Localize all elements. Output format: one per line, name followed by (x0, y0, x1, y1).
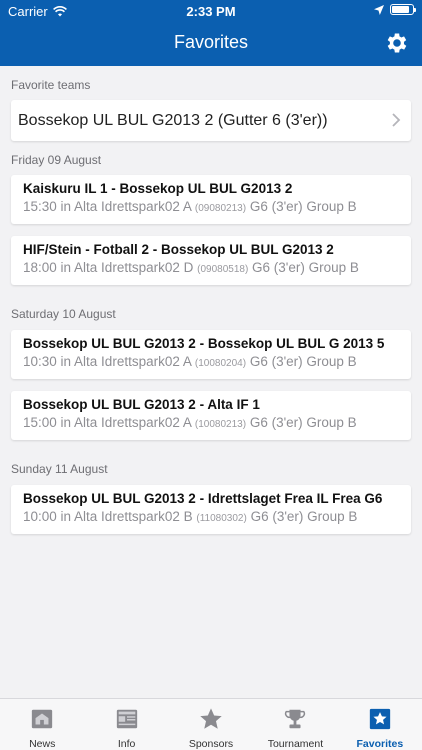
match-time-place: 10:30 in Alta Idrettspark02 A (23, 354, 192, 369)
tab-label: Favorites (356, 738, 404, 750)
match-time-place: 15:00 in Alta Idrettspark02 A (23, 415, 192, 430)
status-time: 2:33 PM (186, 4, 236, 19)
match-card[interactable]: Bossekop UL BUL G2013 2 - Bossekop UL BU… (11, 330, 411, 379)
match-title: Bossekop UL BUL G2013 2 - Alta IF 1 (23, 397, 260, 412)
location-arrow-icon (374, 4, 384, 15)
match-card[interactable]: HIF/Stein - Fotball 2 - Bossekop UL BUL … (11, 236, 411, 285)
favorite-team-row[interactable]: Bossekop UL BUL G2013 2 (Gutter 6 (3'er)… (11, 100, 411, 141)
info-icon (116, 709, 137, 729)
match-card[interactable]: Kaiskuru IL 1 - Bossekop UL BUL G2013 2 … (11, 175, 411, 224)
page-title: Favorites (173, 32, 249, 52)
match-details: 15:30 in Alta Idrettspark02 A (09080213)… (23, 199, 411, 214)
day-header: Friday 09 August (11, 153, 102, 167)
match-title: Bossekop UL BUL G2013 2 - Idrettslaget F… (23, 491, 383, 506)
tab-bar: News Info Sponsors Tournament Favorites (0, 698, 422, 750)
nav-bar: Favorites (0, 22, 422, 66)
match-code: (10080213) (194, 419, 247, 430)
tab-news[interactable]: News (0, 699, 84, 750)
match-group: G6 (3'er) Group B (252, 260, 359, 275)
gear-icon[interactable] (384, 30, 410, 56)
favorite-team-name: Bossekop UL BUL G2013 2 (Gutter 6 (3'er)… (18, 111, 328, 129)
status-bar: Carrier 2:33 PM (0, 0, 422, 22)
star-icon (200, 708, 222, 729)
trophy-icon (285, 709, 306, 729)
tab-info[interactable]: Info (84, 699, 168, 750)
match-group: G6 (3'er) Group B (250, 509, 358, 524)
match-code: (09080213) (194, 203, 247, 214)
day-header: Saturday 10 August (11, 307, 116, 321)
favorites-list[interactable]: Favorite teams Bossekop UL BUL G2013 2 (… (0, 66, 422, 698)
match-code: (09080518) (197, 264, 249, 275)
match-details: 15:00 in Alta Idrettspark02 A (10080213)… (23, 415, 411, 430)
battery-icon (390, 4, 416, 15)
favorite-teams-header: Favorite teams (11, 78, 91, 92)
match-details: 10:30 in Alta Idrettspark02 A (10080204)… (23, 354, 411, 369)
news-icon (32, 709, 53, 729)
match-time-place: 10:00 in Alta Idrettspark02 B (23, 509, 193, 524)
tab-favorites[interactable]: Favorites (338, 699, 422, 750)
match-title: HIF/Stein - Fotball 2 - Bossekop UL BUL … (23, 242, 334, 257)
match-title: Bossekop UL BUL G2013 2 - Bossekop UL BU… (23, 336, 385, 351)
match-title: Kaiskuru IL 1 - Bossekop UL BUL G2013 2 (23, 181, 293, 196)
match-details: 10:00 in Alta Idrettspark02 B (11080302)… (23, 509, 411, 524)
match-card[interactable]: Bossekop UL BUL G2013 2 - Idrettslaget F… (11, 485, 411, 534)
tab-tournament[interactable]: Tournament (253, 699, 337, 750)
tab-label: Info (117, 738, 136, 750)
day-header: Sunday 11 August (11, 462, 108, 476)
match-group: G6 (3'er) Group B (249, 354, 357, 369)
match-time-place: 15:30 in Alta Idrettspark02 A (23, 199, 192, 214)
tab-sponsors[interactable]: Sponsors (169, 699, 253, 750)
match-code: (11080302) (196, 513, 247, 524)
tab-label: Tournament (267, 738, 324, 750)
match-time-place: 18:00 in Alta Idrettspark02 D (23, 260, 194, 275)
favorites-star-icon (369, 708, 390, 730)
match-details: 18:00 in Alta Idrettspark02 D (09080518)… (23, 260, 411, 275)
tab-label: News (29, 738, 56, 750)
match-code: (10080204) (194, 358, 247, 369)
chevron-right-icon (392, 113, 401, 127)
status-right (374, 4, 416, 15)
match-group: G6 (3'er) Group B (249, 415, 357, 430)
tab-label: Sponsors (188, 738, 234, 750)
top-bar: Carrier 2:33 PM Favorites (0, 0, 422, 66)
match-group: G6 (3'er) Group B (249, 199, 357, 214)
match-card[interactable]: Bossekop UL BUL G2013 2 - Alta IF 1 15:0… (11, 391, 411, 440)
